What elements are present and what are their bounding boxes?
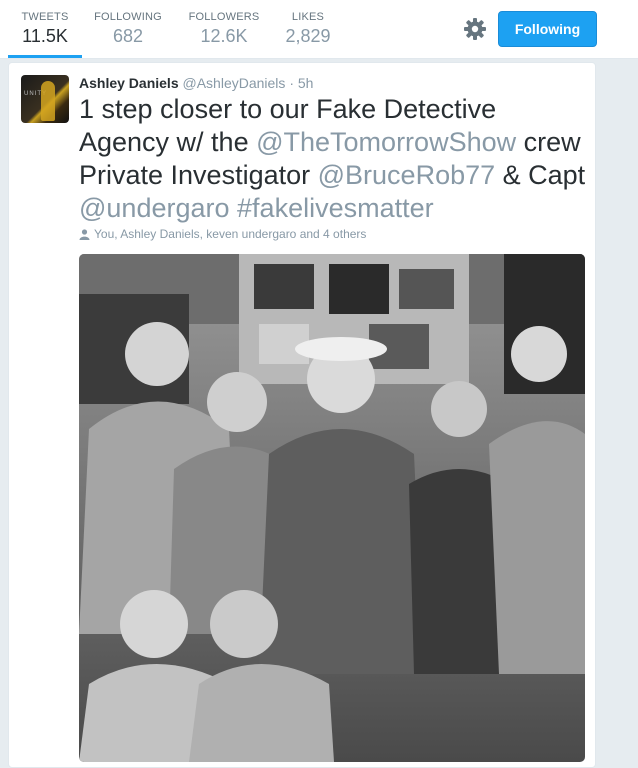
following-stat-value: 682 bbox=[112, 26, 144, 46]
following-stat[interactable]: FOLLOWING 682 bbox=[90, 0, 166, 58]
author-name[interactable]: Ashley Daniels bbox=[79, 75, 179, 91]
time-separator: · bbox=[289, 75, 294, 91]
tweet-photo[interactable] bbox=[79, 254, 585, 762]
tweet-text: 1 step closer to our Fake Detective Agen… bbox=[79, 93, 589, 225]
likes-stat-label: LIKES bbox=[291, 11, 325, 23]
likes-stat-value: 2,829 bbox=[285, 26, 331, 46]
avatar[interactable]: UNITY bbox=[21, 75, 69, 123]
tweet-timestamp[interactable]: 5h bbox=[298, 75, 314, 91]
gear-icon[interactable] bbox=[462, 16, 488, 42]
likes-stat[interactable]: LIKES 2,829 bbox=[278, 0, 338, 58]
following-button[interactable]: Following bbox=[498, 11, 597, 47]
tweets-stat[interactable]: TWEETS 11.5K bbox=[8, 0, 82, 58]
tweets-stat-value: 11.5K bbox=[22, 26, 68, 46]
tagged-people[interactable]: You, Ashley Daniels, keven undergaro and… bbox=[79, 227, 366, 241]
author-handle[interactable]: @AshleyDaniels bbox=[183, 75, 286, 91]
mention-link-thetomorrowshow[interactable]: @TheTomorrowShow bbox=[256, 127, 516, 157]
followers-stat-label: FOLLOWERS bbox=[188, 11, 260, 23]
tagged-people-text: You, Ashley Daniels, keven undergaro and… bbox=[94, 227, 367, 241]
followers-stat[interactable]: FOLLOWERS 12.6K bbox=[184, 0, 264, 58]
person-icon bbox=[79, 229, 90, 240]
profile-nav-bar: TWEETS 11.5K FOLLOWING 682 FOLLOWERS 12.… bbox=[0, 0, 638, 59]
hashtag-link-fakelivesmatter[interactable]: #fakelivesmatter bbox=[237, 193, 434, 223]
mention-link-undergaro[interactable]: @undergaro bbox=[79, 193, 230, 223]
avatar-figure bbox=[41, 81, 55, 121]
tweets-stat-label: TWEETS bbox=[21, 11, 69, 23]
group-photo-image bbox=[79, 254, 585, 762]
tweet-text-part: & Capt bbox=[495, 160, 586, 190]
tweet-header: Ashley Daniels @AshleyDaniels · 5h bbox=[79, 75, 313, 91]
tweet-card[interactable]: UNITY Ashley Daniels @AshleyDaniels · 5h… bbox=[8, 62, 596, 768]
followers-stat-value: 12.6K bbox=[200, 26, 248, 46]
following-stat-label: FOLLOWING bbox=[94, 11, 162, 23]
tweet-text-part bbox=[230, 193, 238, 223]
mention-link-brucerob77[interactable]: @BruceRob77 bbox=[318, 160, 496, 190]
